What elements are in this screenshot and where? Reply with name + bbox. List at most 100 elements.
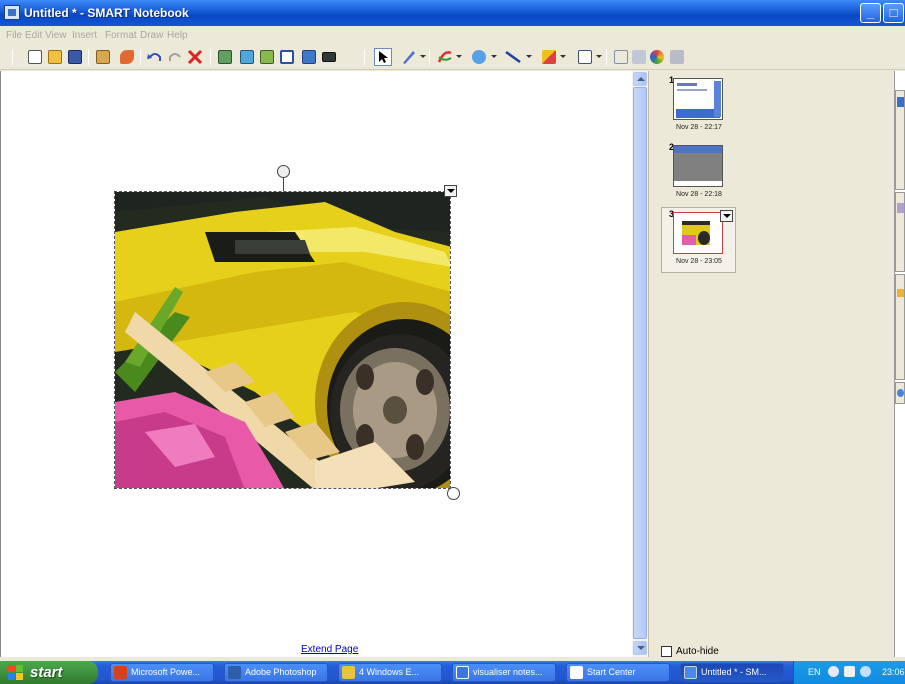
full-screen-icon[interactable] xyxy=(238,48,256,66)
taskbar-item-windows-explorer[interactable]: 4 Windows E... xyxy=(338,663,442,682)
folder-icon xyxy=(342,666,355,679)
open-icon[interactable] xyxy=(46,48,64,66)
menu-file[interactable]: File xyxy=(6,30,22,41)
properties-tab[interactable] xyxy=(895,382,905,404)
taskbar-item-smart-notebook[interactable]: Untitled * - SM... xyxy=(680,663,784,682)
start-center-icon xyxy=(570,666,583,679)
start-button[interactable]: start xyxy=(0,661,98,684)
powerpoint-icon xyxy=(114,666,127,679)
network-icon[interactable] xyxy=(860,666,871,677)
taskbar: start Microsoft Powe... Adobe Photoshop … xyxy=(0,661,905,684)
page-menu-dropdown[interactable] xyxy=(720,210,733,222)
volume-icon[interactable] xyxy=(828,666,839,677)
smart-notebook-app-icon xyxy=(4,5,20,20)
redo-icon[interactable] xyxy=(166,48,184,66)
select-icon[interactable] xyxy=(374,48,392,66)
page-date: Nov 28 - 22:18 xyxy=(676,191,722,198)
table-icon[interactable] xyxy=(278,48,296,66)
properties-icon[interactable] xyxy=(118,48,136,66)
start-label: start xyxy=(30,664,63,681)
attachments-tab[interactable] xyxy=(895,274,905,380)
taskbar-item-label: Untitled * - SM... xyxy=(701,667,767,677)
menu-help[interactable]: Help xyxy=(167,30,188,41)
new-page-icon[interactable] xyxy=(26,48,44,66)
line-icon[interactable] xyxy=(504,48,522,66)
page-thumbnail[interactable]: 2 Nov 28 - 22:18 xyxy=(669,142,723,198)
toolbar-separator xyxy=(429,49,430,65)
toolbar-separator xyxy=(88,49,89,65)
properties-tab-icon xyxy=(897,389,904,397)
menu-format[interactable]: Format xyxy=(105,30,137,41)
paste-icon[interactable] xyxy=(94,48,112,66)
undo-icon[interactable] xyxy=(146,48,164,66)
taskbar-item-label: visualiser notes... xyxy=(473,667,543,677)
smart-notebook-icon xyxy=(684,666,697,679)
system-tray: EN 23:06 xyxy=(793,661,905,684)
menu-draw[interactable]: Draw xyxy=(140,30,163,41)
autohide-checkbox[interactable] xyxy=(661,646,672,657)
page-date: Nov 28 - 22:17 xyxy=(676,124,722,131)
scroll-up-button[interactable] xyxy=(633,72,647,86)
toolbar-separator xyxy=(140,49,141,65)
toolbar-separator xyxy=(364,49,365,65)
insert-icon[interactable] xyxy=(258,48,276,66)
eraser-icon[interactable] xyxy=(470,48,488,66)
taskbar-item-start-center[interactable]: Start Center xyxy=(566,663,670,682)
delete-icon[interactable] xyxy=(186,48,204,66)
notebook-canvas[interactable]: Extend Page xyxy=(0,71,632,657)
safely-remove-icon[interactable] xyxy=(844,666,855,677)
clock[interactable]: 23:06 xyxy=(882,667,905,677)
page-sorter-icon xyxy=(897,97,904,107)
minimize-button[interactable]: _ xyxy=(860,3,881,23)
extend-page-link[interactable]: Extend Page xyxy=(301,644,358,655)
page-preview-image xyxy=(673,78,723,120)
creative-pen-icon[interactable] xyxy=(436,48,454,66)
document-icon xyxy=(456,666,469,679)
toolbar-separator xyxy=(210,49,211,65)
eraser-dropdown-icon[interactable] xyxy=(491,55,497,58)
page-thumbnail[interactable]: 1 Nov 28 - 22:17 xyxy=(669,75,723,131)
taskbar-item-label: 4 Windows E... xyxy=(359,667,420,677)
gallery-icon xyxy=(897,203,904,213)
more-tools-icon[interactable] xyxy=(630,48,648,66)
page-sorter-tab[interactable] xyxy=(895,90,905,190)
color-palette-icon[interactable] xyxy=(648,48,666,66)
screen-shade-icon[interactable] xyxy=(216,48,234,66)
toolbar-separator xyxy=(12,49,13,65)
creative-pen-dropdown-icon[interactable] xyxy=(456,55,462,58)
resize-handle[interactable] xyxy=(447,487,460,500)
toolbar xyxy=(0,45,905,70)
vertical-scrollbar[interactable] xyxy=(632,71,648,657)
language-indicator[interactable]: EN xyxy=(808,667,821,677)
capture-icon[interactable] xyxy=(300,48,318,66)
taskbar-item-powerpoint[interactable]: Microsoft Powe... xyxy=(110,663,214,682)
maximize-button[interactable]: □ xyxy=(883,3,904,23)
fill-dropdown-icon[interactable] xyxy=(596,55,602,58)
toolbar-separator xyxy=(606,49,607,65)
rotate-handle[interactable] xyxy=(277,165,290,178)
shape-dropdown-icon[interactable] xyxy=(560,55,566,58)
line-dropdown-icon[interactable] xyxy=(526,55,532,58)
pen-dropdown-icon[interactable] xyxy=(420,55,426,58)
menu-view[interactable]: View xyxy=(45,30,67,41)
car-photo-image[interactable] xyxy=(114,191,451,489)
fill-icon[interactable] xyxy=(576,48,594,66)
camera-icon[interactable] xyxy=(320,48,338,66)
scrollbar-thumb[interactable] xyxy=(633,87,647,639)
gallery-tab[interactable] xyxy=(895,192,905,272)
group-icon[interactable] xyxy=(612,48,630,66)
autohide-label: Auto-hide xyxy=(676,646,719,657)
menu-insert[interactable]: Insert xyxy=(72,30,97,41)
taskbar-item-visualiser-notes[interactable]: visualiser notes... xyxy=(452,663,556,682)
page-thumbnail[interactable]: 3 Nov 28 - 23:05 xyxy=(669,209,723,265)
scroll-down-button[interactable] xyxy=(633,641,647,655)
taskbar-item-photoshop[interactable]: Adobe Photoshop xyxy=(224,663,328,682)
save-icon[interactable] xyxy=(66,48,84,66)
page-date: Nov 28 - 23:05 xyxy=(676,258,722,265)
shape-icon[interactable] xyxy=(540,48,558,66)
object-menu-dropdown[interactable] xyxy=(444,185,457,197)
pen-icon[interactable] xyxy=(400,48,418,66)
menu-edit[interactable]: Edit xyxy=(25,30,42,41)
toolbar-customize-icon[interactable] xyxy=(668,48,686,66)
photoshop-icon xyxy=(228,666,241,679)
